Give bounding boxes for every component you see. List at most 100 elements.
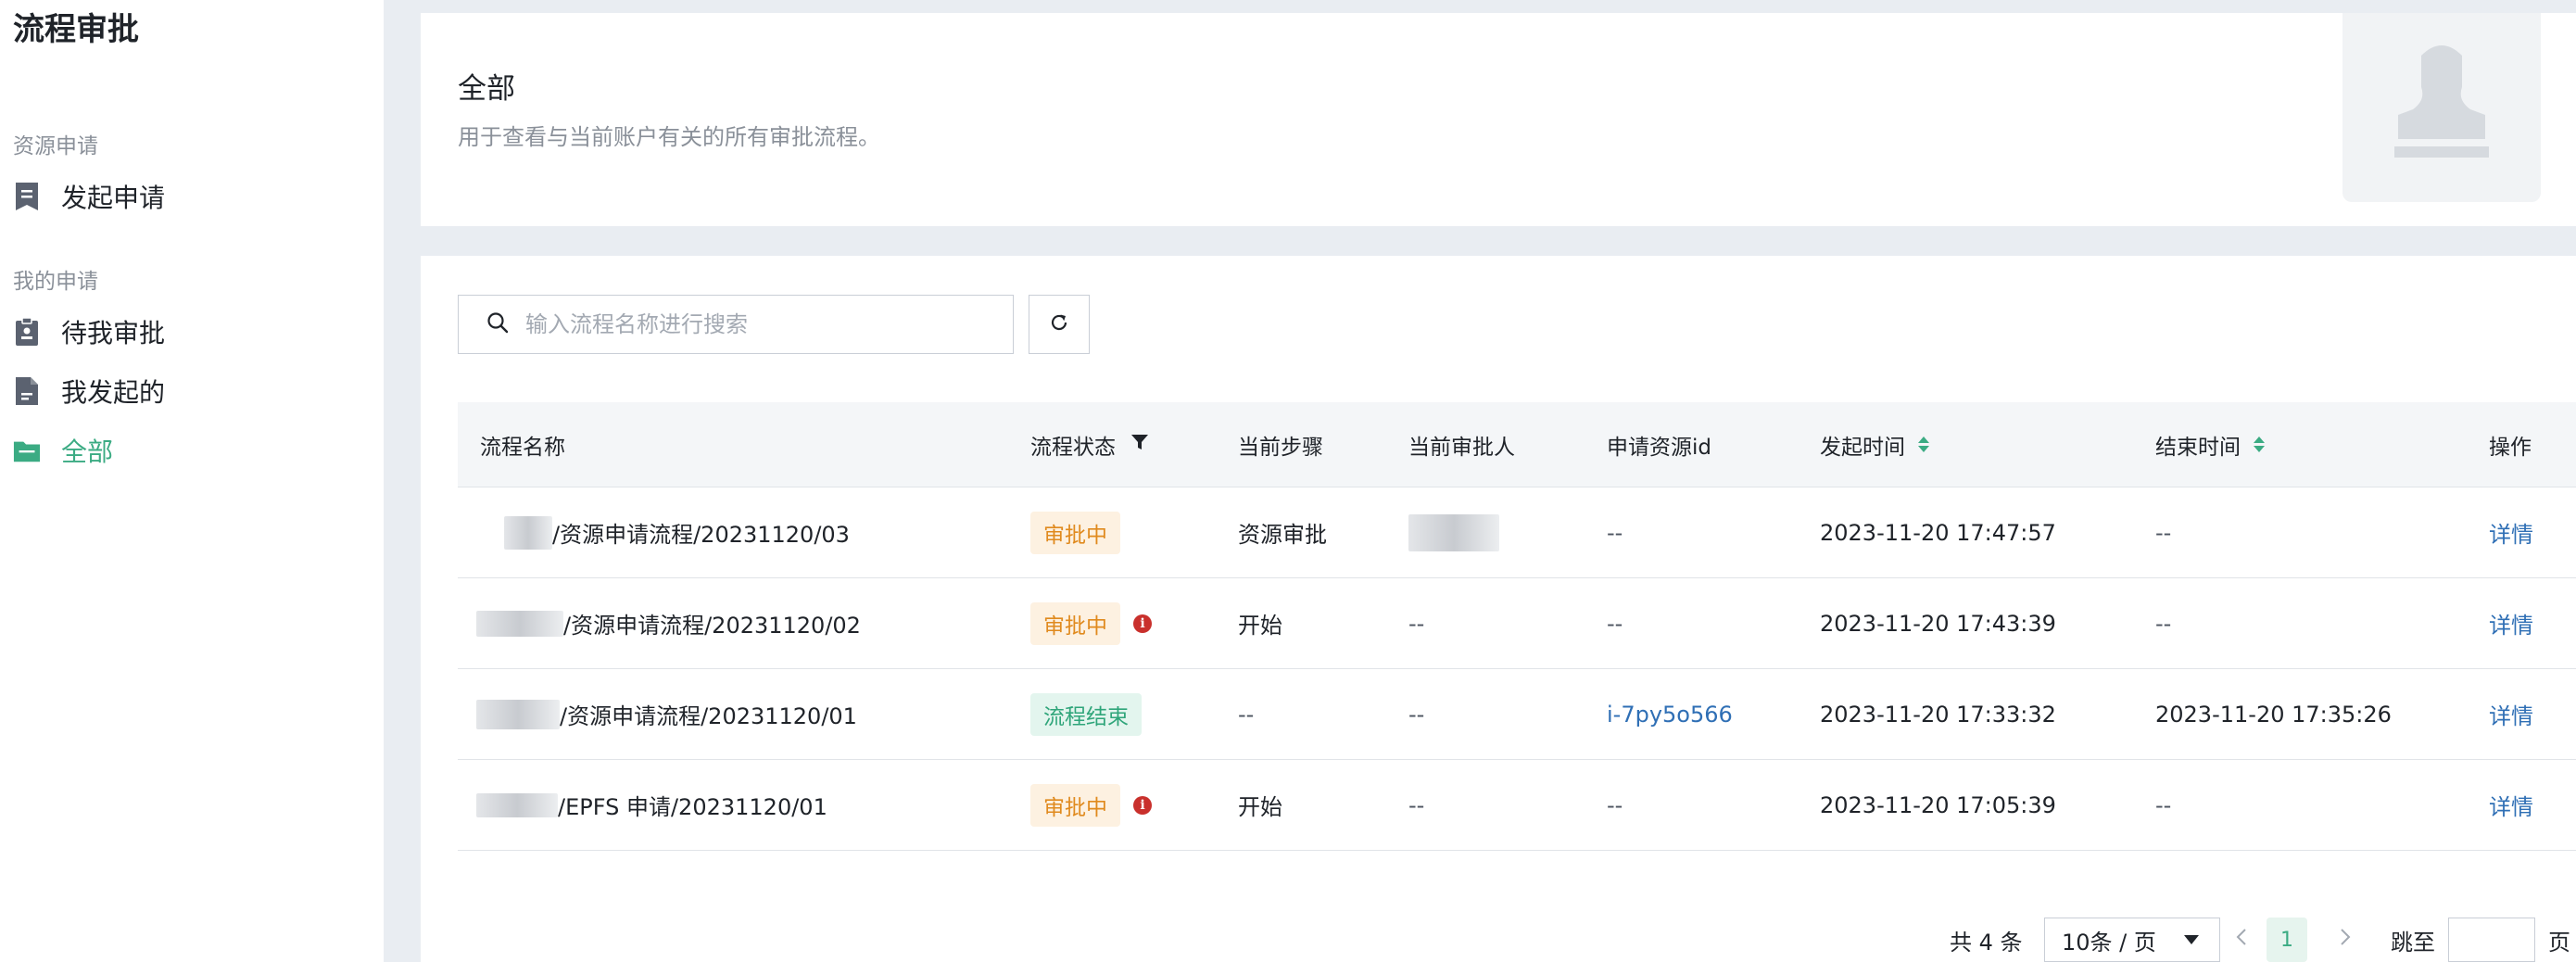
column-header-name: 流程名称 xyxy=(480,435,565,460)
process-name-cell: /资源申请流程/20231120/01 xyxy=(476,669,857,759)
column-header-step: 当前步骤 xyxy=(1238,435,1323,460)
status-badge: 流程结束 xyxy=(1030,692,1142,736)
column-header-label: 发起时间 xyxy=(1820,435,1905,460)
column-header-end-time[interactable]: 结束时间 xyxy=(2155,402,2265,487)
process-name: /资源申请流程/20231120/03 xyxy=(552,522,850,548)
process-name: /资源申请流程/20231120/01 xyxy=(560,703,857,729)
end-time-cell: -- xyxy=(2155,791,2172,818)
detail-link[interactable]: 详情 xyxy=(2489,578,2533,668)
page-title: 全部 xyxy=(458,72,515,106)
approver-cell: -- xyxy=(1408,791,1425,818)
search-input[interactable] xyxy=(525,311,989,337)
approver-cell xyxy=(1408,487,1499,577)
file-icon xyxy=(13,375,41,407)
page-size-value: 10条 / 页 xyxy=(2062,929,2156,956)
chevron-left-icon xyxy=(2235,927,2248,953)
sidebar-title: 流程审批 xyxy=(13,11,139,48)
clipboard-icon xyxy=(13,316,41,348)
column-header-start-time[interactable]: 发起时间 xyxy=(1820,402,1929,487)
column-header-status[interactable]: 流程状态 xyxy=(1030,402,1149,487)
process-name: /资源申请流程/20231120/02 xyxy=(563,613,861,639)
page-size-select[interactable]: 10条 / 页 xyxy=(2044,918,2220,962)
redacted-prefix xyxy=(504,515,552,550)
table-row: /资源申请流程/20231120/02 审批中 i 开始 -- -- 2023-… xyxy=(458,578,2576,669)
redacted-prefix xyxy=(476,792,558,817)
start-time-cell: 2023-11-20 17:47:57 xyxy=(1820,519,2056,546)
process-name-cell: /EPFS 申请/20231120/01 xyxy=(476,760,827,850)
page-number-current[interactable]: 1 xyxy=(2267,918,2307,962)
start-time-cell: 2023-11-20 17:43:39 xyxy=(1820,610,2056,637)
sidebar-item-all[interactable]: 全部 xyxy=(13,426,365,475)
page-description: 用于查看与当前账户有关的所有审批流程。 xyxy=(458,124,880,150)
sidebar-item-label: 我发起的 xyxy=(61,377,166,408)
table-row: /EPFS 申请/20231120/01 审批中 i 开始 -- -- 2023… xyxy=(458,760,2576,851)
next-page-button[interactable] xyxy=(2339,918,2352,962)
info-icon[interactable]: i xyxy=(1133,614,1152,633)
column-header-approver: 当前审批人 xyxy=(1408,435,1515,460)
sidebar-group-mine: 我的申请 xyxy=(13,270,98,294)
refresh-button[interactable] xyxy=(1029,295,1090,354)
sort-icon[interactable] xyxy=(2254,437,2265,452)
step-cell: 开始 xyxy=(1238,613,1282,639)
column-header-label: 流程状态 xyxy=(1030,435,1116,460)
goto-page-input[interactable] xyxy=(2448,918,2535,962)
caret-down-icon xyxy=(2184,935,2199,944)
detail-link[interactable]: 详情 xyxy=(2489,760,2533,850)
process-list-panel: 流程名称 流程状态 当前步骤 当前审批人 申请资源id 发起时间 结束时间 操作 xyxy=(421,256,2576,962)
column-header-resource-id: 申请资源id xyxy=(1607,435,1711,460)
approver-cell: -- xyxy=(1408,610,1425,637)
process-name: /EPFS 申请/20231120/01 xyxy=(558,794,827,820)
status-cell: 审批中 i xyxy=(1030,578,1152,668)
end-time-cell: -- xyxy=(2155,519,2172,546)
sidebar-item-label: 发起申请 xyxy=(61,183,166,213)
sidebar-group-resource: 资源申请 xyxy=(13,134,98,158)
resource-id-link[interactable]: i-7py5o566 xyxy=(1607,669,1733,759)
resource-id-cell: -- xyxy=(1607,610,1623,637)
end-time-cell: -- xyxy=(2155,610,2172,637)
table-row: /资源申请流程/20231120/01 流程结束 -- -- i-7py5o56… xyxy=(458,669,2576,760)
resource-id-cell: -- xyxy=(1607,791,1623,818)
table-header: 流程名称 流程状态 当前步骤 当前审批人 申请资源id 发起时间 结束时间 操作 xyxy=(458,402,2576,487)
sidebar-item-pending-approval[interactable]: 待我审批 xyxy=(13,308,365,356)
process-name-cell: /资源申请流程/20231120/03 xyxy=(480,487,850,577)
start-time-cell: 2023-11-20 17:05:39 xyxy=(1820,791,2056,818)
column-header-label: 结束时间 xyxy=(2155,435,2241,460)
step-cell: 资源审批 xyxy=(1238,522,1327,548)
status-badge: 审批中 xyxy=(1030,601,1120,645)
filter-icon[interactable] xyxy=(1130,433,1149,457)
step-cell: -- xyxy=(1238,701,1255,728)
process-name-cell: /资源申请流程/20231120/02 xyxy=(476,578,861,668)
status-badge: 审批中 xyxy=(1030,511,1120,554)
search-icon xyxy=(486,311,509,337)
sidebar-item-my-requests[interactable]: 我发起的 xyxy=(13,367,365,415)
refresh-icon xyxy=(1048,311,1070,337)
detail-link[interactable]: 详情 xyxy=(2489,669,2533,759)
resource-id-cell: -- xyxy=(1607,519,1623,546)
info-icon[interactable]: i xyxy=(1133,795,1152,815)
sidebar: 流程审批 资源申请 发起申请 我的申请 待我审批 我发起的 全部 xyxy=(0,0,384,962)
end-time-cell: 2023-11-20 17:35:26 xyxy=(2155,701,2392,728)
column-header-action: 操作 xyxy=(2489,435,2532,460)
prev-page-button[interactable] xyxy=(2235,918,2248,962)
sort-icon[interactable] xyxy=(1918,437,1929,452)
detail-link[interactable]: 详情 xyxy=(2489,487,2533,577)
approver-cell: -- xyxy=(1408,701,1425,728)
pagination-total: 共 4 条 xyxy=(1950,929,2023,956)
step-cell: 开始 xyxy=(1238,794,1282,820)
redacted-prefix xyxy=(476,610,563,637)
chevron-right-icon xyxy=(2339,927,2352,953)
status-cell: 审批中 i xyxy=(1030,760,1152,850)
document-icon xyxy=(13,181,41,212)
page-header: 全部 用于查看与当前账户有关的所有审批流程。 xyxy=(421,13,2576,226)
folder-icon xyxy=(13,435,41,466)
stamp-illustration-icon xyxy=(2342,13,2541,202)
status-badge: 审批中 xyxy=(1030,783,1120,827)
redacted-prefix xyxy=(476,699,560,729)
search-box[interactable] xyxy=(458,295,1014,354)
sidebar-item-new-request[interactable]: 发起申请 xyxy=(13,172,365,221)
table-row: /资源申请流程/20231120/03 审批中 资源审批 -- 2023-11-… xyxy=(458,487,2576,578)
status-cell: 流程结束 xyxy=(1030,669,1142,759)
page-suffix: 页 xyxy=(2548,929,2570,956)
start-time-cell: 2023-11-20 17:33:32 xyxy=(1820,701,2056,728)
goto-label: 跳至 xyxy=(2391,929,2435,956)
